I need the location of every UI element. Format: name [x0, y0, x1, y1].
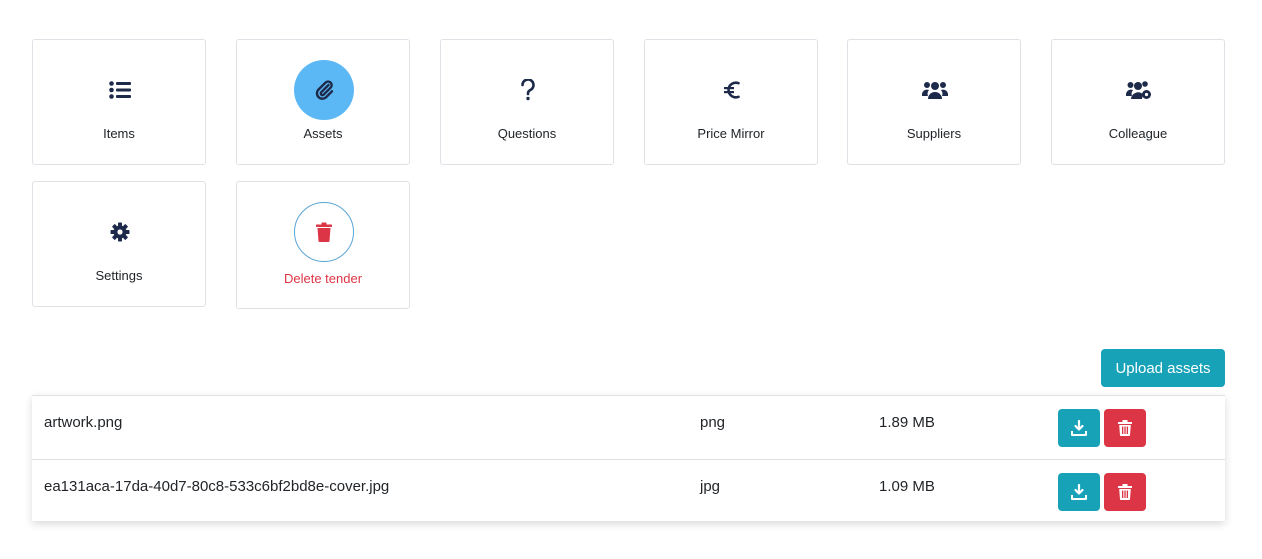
euro-icon — [702, 60, 762, 120]
asset-size: 1.89 MB — [879, 414, 935, 431]
list-icon — [90, 60, 150, 120]
asset-type: png — [700, 414, 726, 431]
upload-assets-button[interactable]: Upload assets — [1101, 349, 1225, 387]
download-icon — [1071, 420, 1087, 436]
asset-type: jpg — [700, 478, 721, 495]
tile-questions[interactable]: Questions — [440, 39, 614, 165]
trash-icon — [1118, 420, 1132, 436]
gear-icon — [90, 202, 150, 262]
tile-settings[interactable]: Settings — [32, 181, 206, 307]
delete-button[interactable] — [1104, 409, 1146, 447]
users-gear-icon — [1109, 60, 1169, 120]
trash-icon — [294, 202, 354, 262]
tile-items[interactable]: Items — [32, 39, 206, 165]
question-icon — [498, 60, 558, 120]
tile-assets[interactable]: Assets — [236, 39, 410, 165]
asset-name: artwork.png — [44, 414, 123, 431]
asset-size: 1.09 MB — [879, 478, 935, 495]
table-row: ea131aca-17da-40d7-80c8-533c6bf2bd8e-cov… — [32, 459, 1225, 522]
tile-assets-label: Assets — [303, 126, 343, 141]
tile-settings-label: Settings — [95, 268, 143, 283]
tile-colleague[interactable]: Colleague — [1051, 39, 1225, 165]
users-icon — [905, 60, 965, 120]
tile-price-mirror-label: Price Mirror — [697, 126, 765, 141]
download-button[interactable] — [1058, 409, 1100, 447]
tile-questions-label: Questions — [497, 126, 557, 141]
tile-suppliers[interactable]: Suppliers — [847, 39, 1021, 165]
download-button[interactable] — [1058, 473, 1100, 511]
trash-icon — [1118, 484, 1132, 500]
tile-delete-tender-label: Delete tender — [283, 271, 363, 286]
download-icon — [1071, 484, 1087, 500]
assets-table: artwork.png png 1.89 MB ea131aca-17da-40… — [32, 395, 1225, 521]
delete-button[interactable] — [1104, 473, 1146, 511]
tile-suppliers-label: Suppliers — [906, 126, 962, 141]
tile-items-label: Items — [103, 126, 135, 141]
tile-price-mirror[interactable]: Price Mirror — [644, 39, 818, 165]
paperclip-icon — [294, 60, 354, 120]
tile-colleague-label: Colleague — [1108, 126, 1168, 141]
table-row: artwork.png png 1.89 MB — [32, 396, 1225, 459]
asset-name: ea131aca-17da-40d7-80c8-533c6bf2bd8e-cov… — [44, 478, 390, 495]
tile-delete-tender[interactable]: Delete tender — [236, 181, 410, 309]
